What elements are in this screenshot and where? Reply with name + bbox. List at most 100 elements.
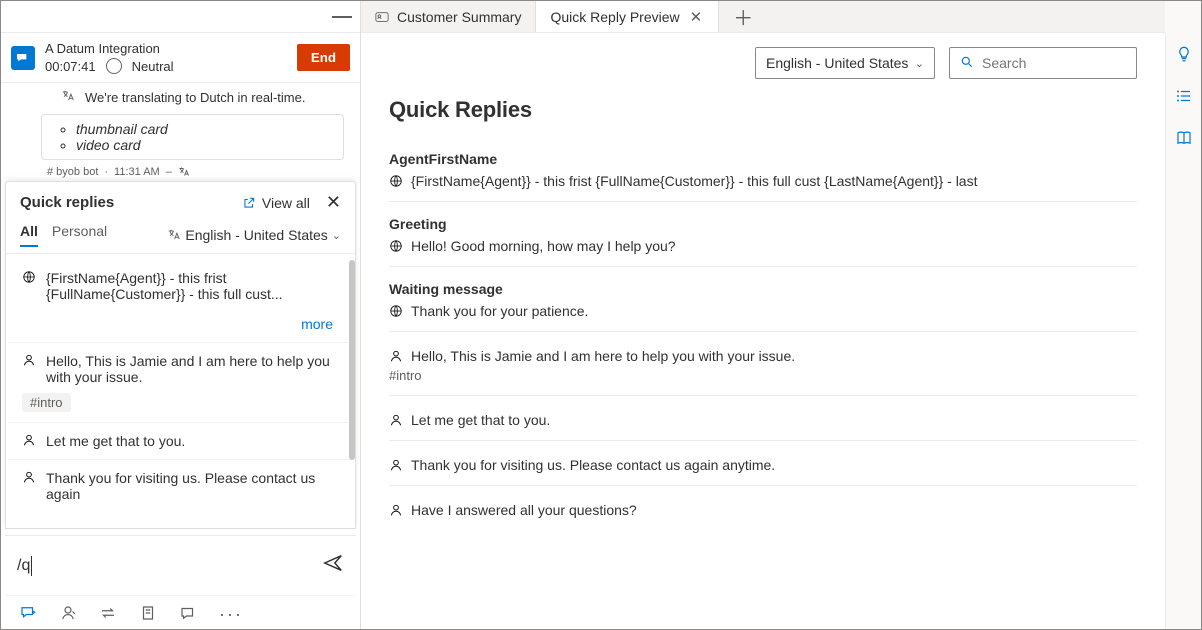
more-icon[interactable]: ···	[219, 604, 243, 622]
group-body: Hello, This is Jamie and I am here to he…	[411, 348, 795, 364]
search-input[interactable]	[982, 55, 1126, 71]
compose-toolbar: ···	[5, 595, 356, 629]
conversation-panel: A Datum Integration 00:07:41 Neutral End…	[1, 1, 361, 629]
qr-tabs: All Personal	[20, 223, 107, 247]
card-item: thumbnail card	[76, 121, 329, 137]
session-title: A Datum Integration	[45, 41, 287, 56]
minimize-icon[interactable]	[332, 16, 352, 18]
qr-text: Hello, This is Jamie and I am here to he…	[46, 353, 339, 385]
person-icon	[389, 458, 403, 472]
qr-text: {FirstName{Agent}} - this frist {FullNam…	[46, 270, 339, 302]
group-body: Hello! Good morning, how may I help you?	[411, 238, 676, 254]
globe-icon	[389, 174, 403, 188]
globe-icon	[389, 304, 403, 318]
knowledge-icon[interactable]	[179, 604, 197, 622]
close-icon[interactable]: ✕	[326, 192, 341, 213]
globe-icon	[22, 270, 36, 284]
tab-label: Customer Summary	[397, 9, 521, 25]
qr-text: Let me get that to you.	[46, 433, 185, 449]
person-icon	[22, 433, 36, 447]
lightbulb-icon[interactable]	[1175, 45, 1193, 63]
language-picker[interactable]: English - United States ⌄	[167, 227, 341, 243]
page-title: Quick Replies	[389, 97, 1137, 123]
search-icon	[960, 55, 974, 72]
chevron-down-icon: ⌄	[915, 57, 924, 70]
qr-item[interactable]: Thank you for visiting us. Please contac…	[8, 460, 353, 512]
view-all-link[interactable]: View all	[242, 195, 310, 211]
bot-name: # byob bot	[47, 166, 98, 178]
chat-body: thumbnail card video card # byob bot · 1…	[1, 112, 360, 186]
hero-card: thumbnail card video card	[41, 114, 344, 160]
search-box[interactable]	[949, 47, 1137, 79]
book-icon[interactable]	[1175, 129, 1193, 147]
group-title: Waiting message	[389, 281, 1137, 297]
group-body: Have I answered all your questions?	[411, 502, 637, 518]
qr-item[interactable]: Let me get that to you.	[8, 423, 353, 460]
chevron-down-icon: ⌄	[332, 229, 341, 242]
group-body: Thank you for your patience.	[411, 303, 588, 319]
message-compose[interactable]: /q	[5, 535, 356, 595]
main-content: English - United States ⌄ Quick Replies …	[361, 33, 1165, 629]
qr-list: {FirstName{Agent}} - this frist {FullNam…	[6, 254, 355, 528]
note-icon[interactable]	[139, 604, 157, 622]
qr-text: Thank you for visiting us. Please contac…	[46, 470, 339, 502]
compose-text: /q	[17, 557, 30, 575]
open-icon	[242, 196, 256, 210]
tab-label: Quick Reply Preview	[550, 9, 679, 25]
group-title: Greeting	[389, 216, 1137, 232]
group-title: AgentFirstName	[389, 151, 1137, 167]
transfer-icon[interactable]	[99, 604, 117, 622]
qr-item[interactable]: {FirstName{Agent}} - this frist {FullNam…	[8, 260, 353, 343]
tab-quick-reply-preview[interactable]: Quick Reply Preview ✕	[536, 1, 719, 32]
view-all-label: View all	[262, 195, 310, 211]
card-item: video card	[76, 137, 329, 153]
translate-icon	[178, 166, 190, 178]
language-label: English - United States	[185, 227, 327, 243]
tabstrip: Customer Summary Quick Reply Preview ✕ ＋	[361, 1, 1165, 33]
person-icon	[22, 353, 36, 367]
quick-replies-title: Quick replies	[20, 194, 114, 211]
group-sub: #intro	[389, 368, 1137, 391]
person-icon	[389, 349, 403, 363]
agent-consult-icon[interactable]	[59, 604, 77, 622]
translate-icon	[167, 228, 181, 242]
group-body: Let me get that to you.	[411, 412, 550, 428]
tab-customer-summary[interactable]: Customer Summary	[361, 1, 536, 32]
new-tab-button[interactable]: ＋	[719, 1, 767, 32]
panel-header	[1, 1, 360, 33]
stamp-time: 11:31 AM	[114, 166, 160, 178]
send-icon[interactable]	[322, 552, 344, 580]
channel-icon	[11, 46, 35, 70]
dash: –	[166, 166, 172, 178]
tab-all[interactable]: All	[20, 223, 38, 247]
translation-banner: We're translating to Dutch in real-time.	[1, 83, 360, 112]
end-button[interactable]: End	[297, 44, 350, 71]
quick-replies-panel: Quick replies View all ✕ All Personal En…	[5, 181, 356, 529]
translation-text: We're translating to Dutch in real-time.	[85, 90, 305, 105]
close-icon[interactable]: ✕	[688, 8, 705, 26]
translate-icon	[61, 89, 75, 106]
group-body: Thank you for visiting us. Please contac…	[411, 457, 775, 473]
session-bar: A Datum Integration 00:07:41 Neutral End	[1, 33, 360, 83]
person-icon	[389, 503, 403, 517]
qr-item[interactable]: Hello, This is Jamie and I am here to he…	[8, 343, 353, 423]
message-stamp: # byob bot · 11:31 AM –	[41, 166, 344, 178]
language-select[interactable]: English - United States ⌄	[755, 47, 935, 79]
right-rail	[1165, 33, 1201, 629]
text-cursor	[31, 556, 32, 576]
person-icon	[389, 413, 403, 427]
group-body: {FirstName{Agent}} - this frist {FullNam…	[411, 173, 978, 189]
person-card-icon	[375, 10, 389, 24]
more-link[interactable]: more	[22, 316, 339, 332]
session-timer: 00:07:41	[45, 59, 96, 74]
sentiment-label: Neutral	[132, 59, 174, 74]
language-value: English - United States	[766, 55, 908, 71]
globe-icon	[389, 239, 403, 253]
scrollbar[interactable]	[349, 260, 355, 460]
list-icon[interactable]	[1175, 87, 1193, 105]
person-icon	[22, 470, 36, 484]
tab-personal[interactable]: Personal	[52, 223, 107, 247]
qr-tag: #intro	[22, 393, 71, 412]
quick-reply-icon[interactable]	[19, 604, 37, 622]
sentiment-icon	[106, 58, 122, 74]
